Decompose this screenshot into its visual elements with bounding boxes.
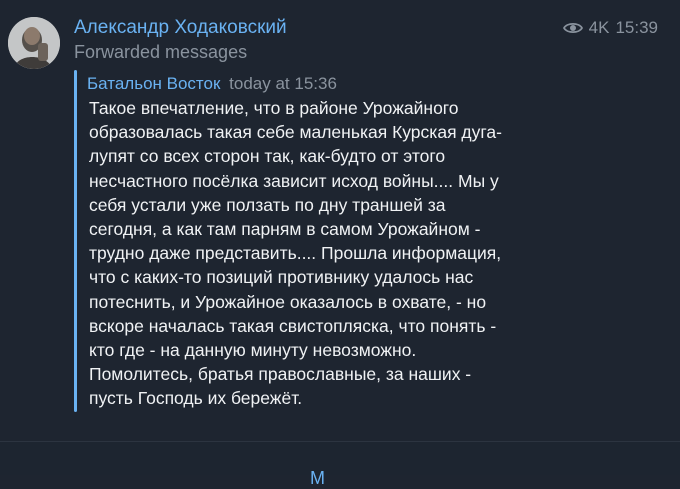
message-text-line: вскоре началась такая свистопляска, что … (89, 315, 497, 336)
message-time: 15:39 (615, 18, 658, 37)
quote-bar (74, 70, 77, 412)
forward-time: today at 15:36 (229, 74, 337, 93)
forwarded-message: Батальон Восток today at 15:36 Такое впе… (74, 70, 664, 412)
view-count: 4K (588, 18, 610, 37)
message-post: Александр Ходаковский Forwarded messages… (0, 0, 680, 440)
message-text-line: пусть Господь их бережёт. (89, 388, 303, 409)
eye-icon (562, 21, 583, 35)
message-text-line: сегодня, а как там парням в самом Урожай… (89, 219, 481, 240)
message-text-line: лупят со всех сторон так, как-будто от э… (89, 146, 446, 167)
message-text-line: потеснить, и Урожайное оказалось в охват… (89, 291, 487, 312)
message-text-line: Такое впечатление, что в районе Урожайно… (89, 98, 459, 118)
sender-name[interactable]: Александр Ходаковский (74, 17, 287, 39)
message-text-line: себя устали уже ползать по дну траншей з… (89, 194, 446, 215)
message-meta: 4K 15:39 (562, 18, 658, 38)
message-text-line: несчастного посёлка зависит исход войны.… (89, 170, 499, 191)
message-text-line: трудно даже представить.... Прошла инфор… (89, 243, 502, 264)
forward-header: Батальон Восток today at 15:36 (87, 74, 337, 94)
message-text: Такое впечатление, что в районе Урожайно… (89, 96, 664, 411)
message-text-line: образовалась такая себе маленькая Курска… (89, 122, 502, 143)
forward-source-channel[interactable]: Батальон Восток (87, 74, 220, 93)
message-text-line: Помолитесь, братья православные, за наши… (89, 364, 472, 385)
avatar-image (8, 17, 60, 69)
forwarded-label: Forwarded messages (74, 42, 248, 62)
message-text-line: что с каких-то позиций противнику удалос… (89, 267, 474, 288)
avatar[interactable] (8, 17, 60, 69)
next-message-partial-text: M (310, 468, 325, 488)
next-message-peek: M (0, 442, 680, 488)
message-text-line: кто где - на данную минуту невозможно. (89, 340, 417, 361)
